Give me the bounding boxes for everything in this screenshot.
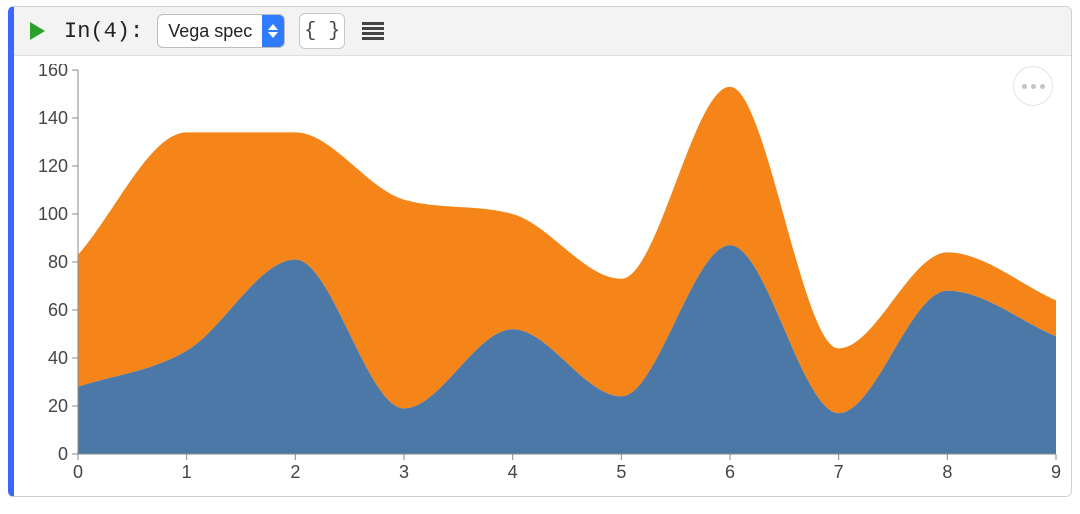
chart-output: 0 20 40 60 80 100 120 140 160 0 1 2 3 4 5 6 7 8 9: [14, 56, 1071, 496]
svg-text:1: 1: [182, 462, 192, 482]
x-axis: 0 1 2 3 4 5 6 7 8 9: [73, 454, 1061, 482]
svg-text:0: 0: [58, 444, 68, 464]
run-icon: [28, 21, 46, 41]
more-icon: [1040, 84, 1045, 89]
notebook-cell: In(4): Vega spec { } 0204060801001201401…: [8, 6, 1072, 497]
svg-text:40: 40: [48, 348, 68, 368]
y-axis: 0 20 40 60 80 100 120 140 160: [38, 64, 78, 464]
svg-text:2: 2: [290, 462, 300, 482]
cell-prompt: In(4):: [64, 19, 143, 44]
more-icon: [1022, 84, 1027, 89]
svg-text:5: 5: [616, 462, 626, 482]
svg-text:9: 9: [1051, 462, 1061, 482]
svg-text:140: 140: [38, 108, 68, 128]
svg-text:0: 0: [73, 462, 83, 482]
svg-text:3: 3: [399, 462, 409, 482]
svg-text:120: 120: [38, 156, 68, 176]
svg-text:100: 100: [38, 204, 68, 224]
svg-text:7: 7: [834, 462, 844, 482]
more-icon: [1031, 84, 1036, 89]
chart-more-button[interactable]: [1013, 66, 1053, 106]
output-format-select[interactable]: Vega spec: [157, 14, 285, 48]
lines-icon: [362, 22, 384, 40]
select-value: Vega spec: [158, 15, 262, 47]
svg-text:160: 160: [38, 64, 68, 80]
svg-text:20: 20: [48, 396, 68, 416]
stacked-area-chart: 0 20 40 60 80 100 120 140 160 0 1 2 3 4 5 6 7 8 9: [22, 64, 1062, 484]
svg-text:4: 4: [508, 462, 518, 482]
run-button[interactable]: [24, 18, 50, 44]
lines-button[interactable]: [359, 17, 387, 45]
select-arrows-icon: [262, 15, 284, 47]
svg-text:60: 60: [48, 300, 68, 320]
braces-button[interactable]: { }: [299, 13, 345, 49]
svg-text:6: 6: [725, 462, 735, 482]
svg-text:8: 8: [942, 462, 952, 482]
svg-text:80: 80: [48, 252, 68, 272]
cell-toolbar: In(4): Vega spec { }: [14, 7, 1071, 56]
